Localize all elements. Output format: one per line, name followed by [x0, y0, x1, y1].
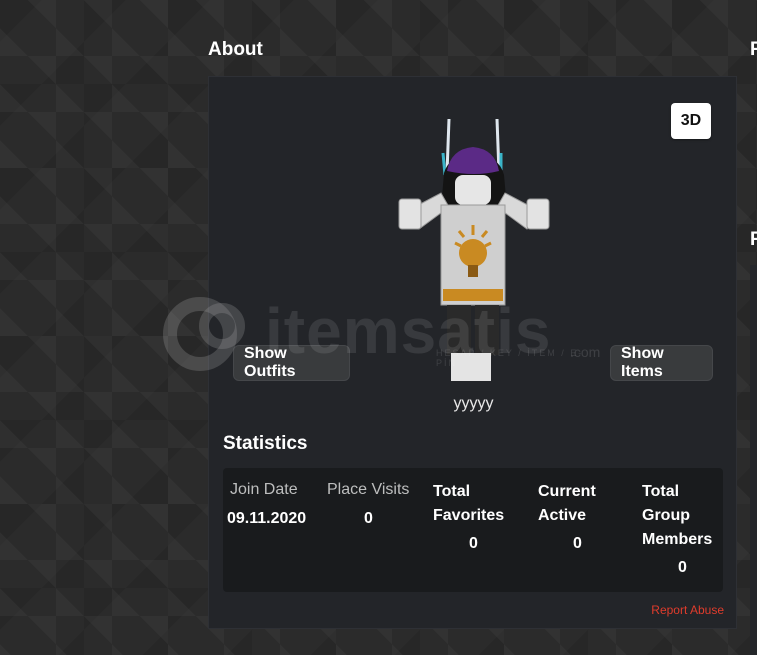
right-column-heading-fragment-2: F: [750, 229, 757, 250]
stat-label-total-favorites: Total Favorites: [433, 483, 505, 524]
stat-label-total-group-members: Total Group Members: [642, 483, 713, 548]
show-items-button[interactable]: Show Items: [610, 345, 713, 381]
stat-value-place-visits: 0: [364, 510, 373, 527]
about-heading: About: [208, 39, 263, 60]
about-panel: 3D Show Outfits Show Items yyyyy Statist…: [208, 76, 737, 629]
avatar-username: yyyyy: [453, 395, 494, 412]
avatar-image: [398, 118, 550, 381]
stat-value-current-active: 0: [573, 535, 582, 552]
stat-label-join-date: Join Date: [230, 481, 298, 498]
view-3d-toggle-button[interactable]: 3D: [671, 103, 711, 139]
stat-label-place-visits: Place Visits: [327, 481, 410, 498]
statistics-heading: Statistics: [223, 433, 308, 454]
right-column-heading-fragment: F: [750, 39, 757, 60]
report-abuse-link[interactable]: Report Abuse: [651, 603, 724, 617]
stat-value-total-favorites: 0: [469, 535, 478, 552]
statistics-box: Join Date 09.11.2020 Place Visits 0 Tota…: [223, 468, 723, 592]
stat-label-current-active: Current Active: [538, 483, 596, 524]
stat-value-join-date: 09.11.2020: [227, 510, 307, 527]
right-column-panel-edge: [750, 265, 757, 655]
show-outfits-button[interactable]: Show Outfits: [233, 345, 350, 381]
stat-value-total-group-members: 0: [678, 559, 687, 576]
